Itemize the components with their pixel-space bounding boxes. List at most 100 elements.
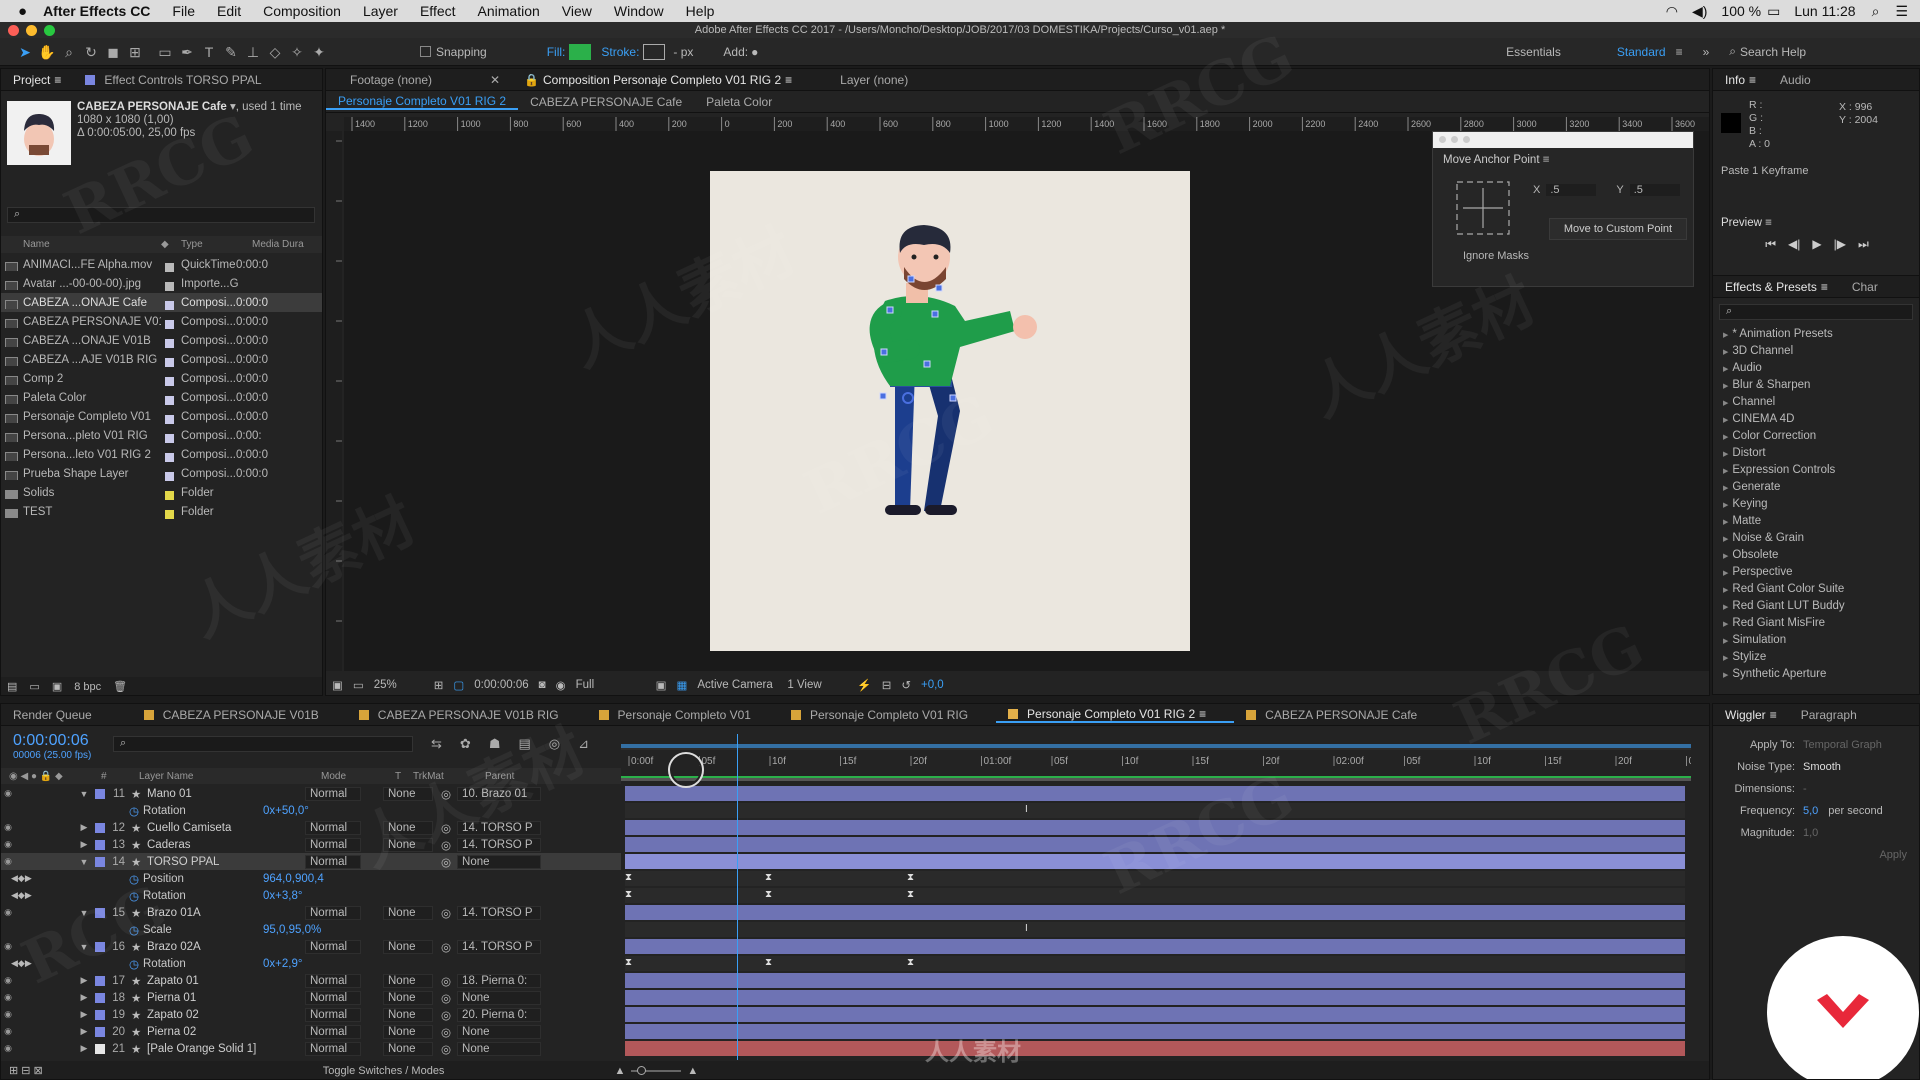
menu-view[interactable]: View (562, 3, 592, 19)
camera-snapshot-icon[interactable]: ◙ (539, 679, 546, 691)
zoom-tool-icon[interactable]: ⌕ (58, 42, 80, 62)
effects-category[interactable]: Noise & Grain (1713, 530, 1919, 547)
project-item[interactable]: Prueba Shape Layer Composi... 0:00:0 (1, 464, 322, 483)
region-icon[interactable]: ▢ (453, 678, 464, 692)
keyframe-icon[interactable]: ⧗ (907, 872, 914, 884)
tab-paragraph[interactable]: Paragraph (1789, 708, 1869, 722)
keyframe-icon[interactable]: ⧗ (765, 957, 772, 969)
tab-layer[interactable]: Layer (none) (828, 73, 920, 87)
breadcrumb-2[interactable]: CABEZA PERSONAJE Cafe (518, 95, 694, 109)
effects-category[interactable]: Perspective (1713, 564, 1919, 581)
close-window-button[interactable] (8, 25, 19, 36)
workspace-more-icon[interactable]: » (1703, 45, 1710, 59)
add-icon[interactable]: ● (751, 45, 758, 59)
stroke-width[interactable]: - px (673, 45, 693, 59)
layer-duration-bar[interactable] (625, 990, 1685, 1005)
zoom-level[interactable]: 25% (374, 679, 424, 691)
project-item[interactable]: Solids Folder (1, 483, 322, 502)
current-time-indicator[interactable] (737, 734, 738, 1060)
keyframe-icon[interactable]: ⧗ (765, 889, 772, 901)
project-item[interactable]: Personaje Completo V01 Composi... 0:00:0 (1, 407, 322, 426)
new-comp-icon[interactable]: ▣ (52, 680, 62, 693)
effects-category[interactable]: Red Giant Color Suite (1713, 581, 1919, 598)
effects-category[interactable]: Red Giant MisFire (1713, 615, 1919, 632)
pen-tool-icon[interactable]: ✒ (176, 42, 198, 62)
menu-composition[interactable]: Composition (263, 3, 341, 19)
noise-type-select[interactable]: Smooth (1803, 761, 1841, 773)
shy-icon[interactable]: ☗ (489, 736, 501, 752)
prev-frame-icon[interactable]: ◀| (1788, 237, 1800, 252)
tab-project[interactable]: Project ≡ (1, 73, 73, 87)
label-swatch[interactable] (165, 490, 174, 500)
spotlight-icon[interactable]: ⌕ (1872, 3, 1880, 20)
last-frame-icon[interactable]: ⏭ (1858, 237, 1869, 252)
effects-category[interactable]: Synthetic Aperture (1713, 666, 1919, 683)
breadcrumb-1[interactable]: Personaje Completo V01 RIG 2 (326, 94, 519, 110)
exposure-value[interactable]: +0,0 (921, 679, 944, 691)
hand-tool-icon[interactable]: ✋ (36, 42, 58, 62)
tab-composition[interactable]: 🔒 Composition Personaje Completo V01 RIG … (512, 73, 804, 87)
col-name[interactable]: Name (1, 239, 161, 250)
roto-tool-icon[interactable]: ✧ (286, 42, 308, 62)
layer-duration-bar[interactable] (625, 820, 1685, 835)
label-swatch[interactable] (165, 414, 174, 424)
label-swatch[interactable] (165, 281, 174, 291)
bpc-label[interactable]: 8 bpc (74, 681, 101, 693)
project-search[interactable]: ⌕ (7, 207, 315, 223)
layer-duration-bar[interactable] (625, 905, 1685, 920)
zoom-slider[interactable] (631, 1065, 682, 1075)
anchor-x-input[interactable]: .5 (1546, 184, 1597, 196)
timeline-search[interactable]: ⌕ (113, 736, 413, 752)
graph-editor-icon[interactable]: ⊿ (578, 736, 589, 752)
type-tool-icon[interactable]: T (198, 42, 220, 62)
menu-help[interactable]: Help (686, 3, 715, 19)
anchor-grid-icon[interactable] (1453, 178, 1513, 238)
label-swatch[interactable] (165, 262, 174, 272)
timeline-tab[interactable]: Personaje Completo V01 (587, 708, 779, 722)
col-type[interactable]: Type (181, 239, 252, 250)
effects-category[interactable]: Red Giant LUT Buddy (1713, 598, 1919, 615)
apply-button[interactable]: Apply (1725, 844, 1907, 866)
timeline-tab[interactable]: CABEZA PERSONAJE V01B (132, 708, 347, 722)
menu-animation[interactable]: Animation (478, 3, 540, 19)
clone-tool-icon[interactable]: ⊥ (242, 42, 264, 62)
effects-category[interactable]: CINEMA 4D (1713, 411, 1919, 428)
layer-duration-bar[interactable] (625, 837, 1685, 852)
project-item[interactable]: Comp 2 Composi... 0:00:0 (1, 369, 322, 388)
snapping-checkbox[interactable] (420, 46, 431, 57)
label-swatch[interactable] (165, 357, 174, 367)
time-ruler[interactable]: 0:00f 05f 10f 15f 20f 01:00f 05f 10f 15f 20f 02:00… (621, 732, 1691, 784)
tab-composition-close[interactable]: ✕ (478, 73, 512, 87)
layer-switches-icon[interactable]: ⊞ ⊟ ⊠ (9, 1064, 43, 1077)
tab-effects-presets[interactable]: Effects & Presets ≡ (1713, 280, 1840, 294)
battery-icon[interactable]: ▭ (1767, 3, 1780, 20)
character-illustration[interactable] (710, 171, 1190, 651)
tab-footage[interactable]: Footage (none) (338, 73, 478, 87)
project-item[interactable]: CABEZA ...ONAJE V01B Composi... 0:00:0 (1, 331, 322, 350)
layer-duration-bar[interactable] (625, 871, 1685, 886)
breadcrumb-3[interactable]: Paleta Color (694, 95, 784, 109)
tab-effect-controls[interactable]: Effect Controls TORSO PPAL (73, 73, 273, 87)
tab-info[interactable]: Info ≡ (1713, 73, 1768, 87)
label-swatch[interactable] (165, 509, 174, 519)
label-swatch[interactable] (165, 471, 174, 481)
menu-layer[interactable]: Layer (363, 3, 398, 19)
first-frame-icon[interactable]: ⏮ (1765, 237, 1776, 252)
label-swatch[interactable] (165, 338, 174, 348)
col-mode[interactable]: Mode (321, 771, 395, 782)
workspace-standard[interactable]: Standard (1617, 45, 1666, 59)
project-item[interactable]: TEST Folder (1, 502, 322, 521)
col-duration[interactable]: Media Dura (252, 239, 304, 250)
comp-mini-flowchart-icon[interactable]: ⇆ (431, 736, 442, 752)
trash-icon[interactable]: 🗑 (113, 680, 127, 693)
label-swatch[interactable] (165, 300, 174, 310)
layer-duration-bar[interactable] (625, 973, 1685, 988)
zoom-in-icon[interactable]: ▲ (687, 1065, 698, 1077)
timeline-tab[interactable]: CABEZA PERSONAJE Cafe (1234, 708, 1445, 722)
layer-duration-bar[interactable] (625, 956, 1685, 971)
next-frame-icon[interactable]: |▶ (1834, 237, 1846, 252)
new-folder-icon[interactable]: ▭ (29, 680, 39, 693)
effects-category[interactable]: * Animation Presets (1713, 326, 1919, 343)
menu-edit[interactable]: Edit (217, 3, 241, 19)
timeline-tab[interactable]: Personaje Completo V01 RIG 2 ≡ (996, 707, 1235, 723)
